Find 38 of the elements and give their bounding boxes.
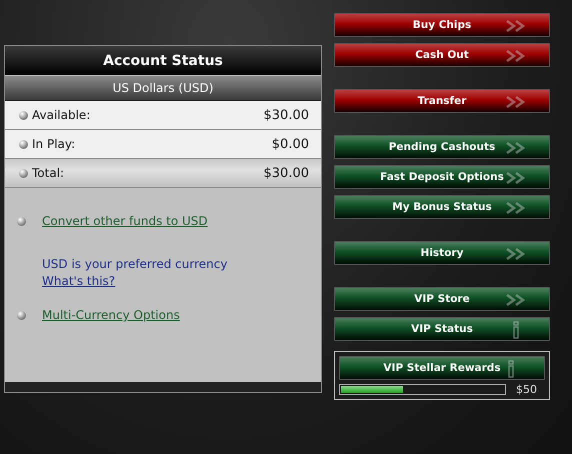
bullet-icon xyxy=(17,216,26,226)
link[interactable]: Multi-Currency Options xyxy=(42,308,180,322)
menu-button[interactable]: VIP Status xyxy=(334,317,550,341)
double-arrow-icon xyxy=(505,172,527,184)
menu-button[interactable]: Fast Deposit Options xyxy=(334,165,550,189)
whats-this-link[interactable]: What's this? xyxy=(42,274,116,288)
info-icon xyxy=(506,360,516,378)
menu-button[interactable]: History xyxy=(334,241,550,265)
bullet-icon xyxy=(19,168,28,178)
double-arrow-icon xyxy=(505,202,527,214)
info-icon xyxy=(511,321,521,339)
double-arrow-icon xyxy=(505,50,527,62)
menu-button[interactable]: Pending Cashouts xyxy=(334,135,550,159)
menu-button[interactable]: VIP Stellar Rewards xyxy=(339,356,545,380)
currency-header: US Dollars (USD) xyxy=(5,76,321,101)
balance-label: In Play: xyxy=(32,137,76,151)
balance-value: $30.00 xyxy=(264,166,309,180)
menu-button[interactable]: My Bonus Status xyxy=(334,195,550,219)
preferred-currency-note: USD is your preferred currency What's this? xyxy=(41,256,228,290)
panel-title: Account Status xyxy=(5,46,321,76)
reward-amount: $50 xyxy=(516,383,537,396)
balance-label: Total: xyxy=(32,166,66,180)
double-arrow-icon xyxy=(505,20,527,32)
double-arrow-icon xyxy=(505,248,527,260)
double-arrow-icon xyxy=(505,96,527,108)
link[interactable]: Convert other funds to USD xyxy=(42,214,208,228)
double-arrow-icon xyxy=(505,294,527,306)
menu-button[interactable]: VIP Store xyxy=(334,287,550,311)
menu-button[interactable]: Transfer xyxy=(334,89,550,113)
menu-button[interactable]: Cash Out xyxy=(334,43,550,67)
bullet-icon xyxy=(19,110,28,120)
double-arrow-icon xyxy=(505,142,527,154)
balance-value: $30.00 xyxy=(264,108,309,122)
balance-label: Available: xyxy=(32,108,92,122)
balance-value: $0.00 xyxy=(272,136,309,152)
menu-button[interactable]: Buy Chips xyxy=(334,13,550,37)
bullet-icon xyxy=(17,310,26,320)
bullet-icon xyxy=(19,140,28,148)
